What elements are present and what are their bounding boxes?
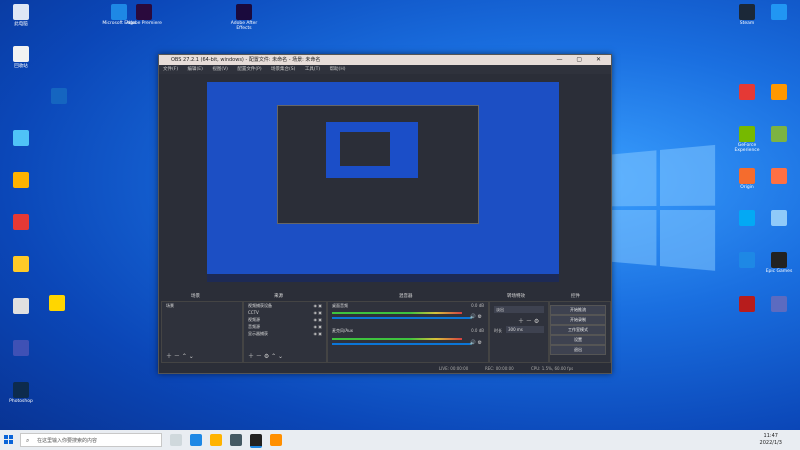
desktop-icon[interactable] bbox=[760, 296, 798, 313]
exit-button[interactable]: 退出 bbox=[550, 345, 606, 355]
desktop-icon[interactable] bbox=[2, 130, 40, 147]
search-placeholder: 在这里输入你要搜索的内容 bbox=[37, 438, 98, 444]
epic-games-icon[interactable]: Epic Games bbox=[760, 252, 798, 274]
obs-taskbar-icon[interactable] bbox=[250, 434, 262, 448]
clock-date: 2022/1/3 bbox=[759, 440, 782, 446]
desktop-icon[interactable] bbox=[760, 210, 798, 227]
menu-view[interactable]: 视图(V) bbox=[212, 67, 228, 72]
cpu-status: CPU: 1.5%, 60.00 fps bbox=[531, 366, 574, 371]
desktop-icon[interactable] bbox=[760, 126, 798, 143]
nested-preview-window bbox=[277, 105, 479, 224]
source-item[interactable]: 显示器捕获 ◉ ▣ bbox=[244, 330, 326, 337]
nested-preview-obs bbox=[340, 132, 390, 166]
volume-meter bbox=[332, 312, 462, 314]
transition-controls[interactable]: ＋ － ⚙ bbox=[518, 316, 539, 325]
desktop-icon[interactable] bbox=[2, 340, 40, 357]
taskbar-search-input[interactable]: ⌕ 在这里输入你要搜索的内容 bbox=[20, 433, 162, 447]
start-button[interactable] bbox=[4, 435, 14, 445]
controls-dock: 开始推流 开始录制 工作室模式 设置 退出 bbox=[549, 301, 611, 363]
edge-taskbar-icon[interactable] bbox=[190, 434, 202, 446]
volume-meter bbox=[332, 338, 462, 340]
mixer-dock-title: 混音器 bbox=[399, 294, 413, 299]
mixer-track-desktop: 桌面音频 0.0 dB bbox=[332, 303, 484, 308]
settings-button[interactable]: 设置 bbox=[550, 335, 606, 345]
speaker-icon[interactable]: 🔊 ⚙ bbox=[470, 314, 482, 320]
taskbar-clock[interactable]: 11:47 2022/1/3 bbox=[760, 433, 782, 447]
volume-slider[interactable] bbox=[332, 317, 472, 319]
source-controls[interactable]: ＋ － ⚙ ⌃ ⌄ bbox=[248, 351, 283, 360]
volume-slider[interactable] bbox=[332, 343, 472, 345]
desktop-icon[interactable] bbox=[2, 172, 40, 189]
taskbar-app-icon[interactable] bbox=[270, 434, 282, 446]
dock-titles: 场景 来源 混音器 转场特效 控件 bbox=[159, 291, 611, 301]
duration-label: 时长 bbox=[494, 328, 502, 333]
transitions-dock-title: 转场特效 bbox=[507, 294, 525, 299]
source-item[interactable]: CCTV ◉ ▣ bbox=[244, 309, 326, 316]
menu-edit[interactable]: 编辑(E) bbox=[188, 67, 203, 72]
desktop-icon[interactable] bbox=[2, 214, 40, 231]
transition-select[interactable]: 淡出 bbox=[494, 306, 544, 313]
search-icon: ⌕ bbox=[26, 437, 30, 444]
desktop-icon[interactable] bbox=[760, 168, 798, 185]
source-item[interactable]: 音频源 ◉ ▣ bbox=[244, 323, 326, 330]
scene-controls[interactable]: ＋ － ⌃ ⌄ bbox=[166, 351, 194, 360]
file-explorer-icon[interactable] bbox=[210, 434, 222, 446]
live-status: LIVE: 00:00:00 bbox=[439, 366, 469, 371]
studio-mode-button[interactable]: 工作室模式 bbox=[550, 325, 606, 335]
sources-dock: 视频捕获设备 ◉ ▣ CCTV ◉ ▣ 视频源 ◉ ▣ 音频源 ◉ ▣ 显示器捕获 ◉ ▣… bbox=[243, 301, 327, 363]
window-controls[interactable]: — ▢ ✕ bbox=[556, 55, 607, 65]
rec-status: REC: 00:00:00 bbox=[485, 366, 514, 371]
source-item[interactable]: 视频捕获设备 ◉ ▣ bbox=[244, 302, 326, 309]
obs-window[interactable]: OBS 27.2.1 (64-bit, windows) - 配置文件: 未命名… bbox=[158, 54, 612, 374]
preview-taskbar bbox=[207, 274, 559, 282]
desktop-icon[interactable]: 此电脑 bbox=[2, 4, 40, 27]
obs-preview[interactable] bbox=[207, 82, 559, 282]
taskbar-app-icon[interactable] bbox=[230, 434, 242, 446]
scenes-dock-title: 场景 bbox=[191, 294, 200, 299]
nested-preview-desktop bbox=[326, 122, 418, 178]
menu-help[interactable]: 帮助(H) bbox=[330, 67, 346, 72]
desktop-icon[interactable] bbox=[760, 4, 798, 21]
transitions-dock: 淡出 ＋ － ⚙ 时长 300 ms bbox=[489, 301, 549, 363]
speaker-icon[interactable]: 🔊 ⚙ bbox=[470, 340, 482, 346]
windows-logo-wallpaper bbox=[609, 144, 720, 275]
desktop-icon[interactable] bbox=[38, 295, 76, 312]
audio-mixer-dock: 桌面音频 0.0 dB 🔊 ⚙ 麦克风/Aux 0.0 dB 🔊 ⚙ bbox=[327, 301, 489, 363]
sources-dock-title: 来源 bbox=[274, 294, 283, 299]
desktop-icon[interactable] bbox=[760, 84, 798, 101]
desktop-icon[interactable] bbox=[2, 256, 40, 273]
start-streaming-button[interactable]: 开始推流 bbox=[550, 305, 606, 315]
after-effects-icon[interactable]: Adobe After Effects bbox=[225, 4, 263, 31]
menu-scene-collection[interactable]: 场景集合(S) bbox=[271, 67, 295, 72]
status-bar: LIVE: 00:00:00 REC: 00:00:00 CPU: 1.5%, … bbox=[159, 365, 611, 373]
obs-menubar: 文件(F) 编辑(E) 视图(V) 配置文件(P) 场景集合(S) 工具(T) … bbox=[159, 65, 611, 74]
menu-file[interactable]: 文件(F) bbox=[163, 67, 178, 72]
menu-profile[interactable]: 配置文件(P) bbox=[237, 67, 261, 72]
source-item[interactable]: 视频源 ◉ ▣ bbox=[244, 316, 326, 323]
mixer-track-mic: 麦克风/Aux 0.0 dB bbox=[332, 328, 484, 333]
clock-time: 11:47 bbox=[763, 433, 778, 439]
desktop-icon[interactable] bbox=[40, 88, 78, 105]
start-recording-button[interactable]: 开始录制 bbox=[550, 315, 606, 325]
taskbar: ⌕ 在这里输入你要搜索的内容 11:47 2022/1/3 bbox=[0, 430, 800, 450]
menu-tools[interactable]: 工具(T) bbox=[305, 67, 320, 72]
duration-input[interactable]: 300 ms bbox=[506, 326, 544, 333]
controls-dock-title: 控件 bbox=[571, 294, 580, 299]
obs-titlebar[interactable]: OBS 27.2.1 (64-bit, windows) - 配置文件: 未命名… bbox=[159, 55, 611, 65]
desktop-icon[interactable]: 回收站 bbox=[2, 46, 40, 69]
desktop-icon[interactable] bbox=[2, 298, 40, 315]
premiere-icon[interactable]: Adobe Premiere bbox=[125, 4, 163, 26]
photoshop-icon[interactable]: Photoshop bbox=[2, 382, 40, 404]
scene-item[interactable]: 场景 bbox=[162, 302, 242, 309]
scenes-dock: 场景 ＋ － ⌃ ⌄ bbox=[161, 301, 243, 363]
task-view-icon[interactable] bbox=[170, 434, 182, 446]
obs-title-text: OBS 27.2.1 (64-bit, windows) - 配置文件: 未命名… bbox=[171, 57, 321, 63]
